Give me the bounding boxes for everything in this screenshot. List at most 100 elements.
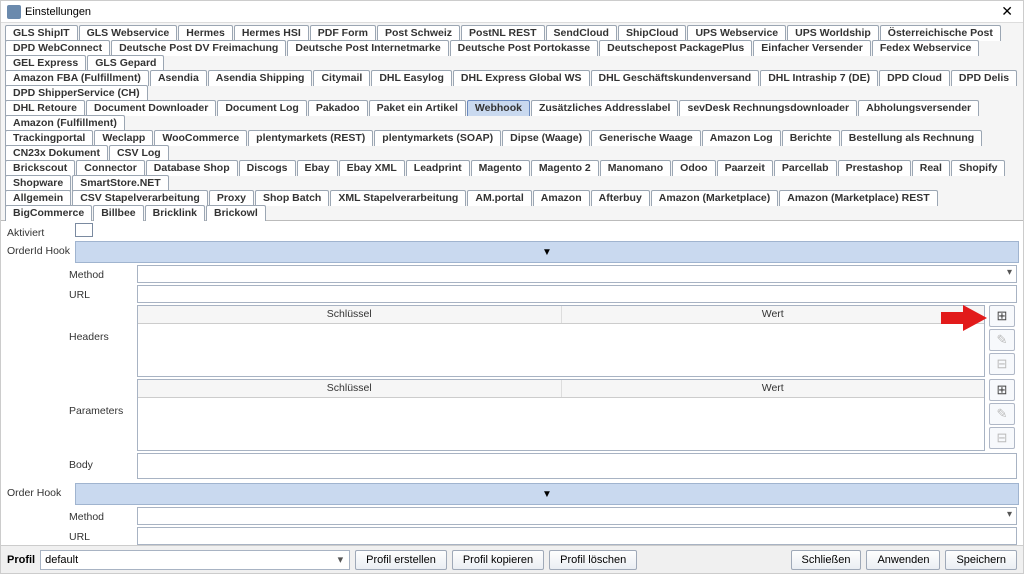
tab-webhook[interactable]: Webhook <box>467 100 530 116</box>
tab-database-shop[interactable]: Database Shop <box>146 160 238 176</box>
tab-amazon[interactable]: Amazon <box>533 190 590 206</box>
headers-edit-button[interactable]: ✎ <box>989 329 1015 351</box>
tab-bestellung-als-rechnung[interactable]: Bestellung als Rechnung <box>841 130 982 146</box>
tab-csv-log[interactable]: CSV Log <box>109 145 169 161</box>
tab-dpd-cloud[interactable]: DPD Cloud <box>879 70 950 86</box>
tab-amazon-marketplace-rest[interactable]: Amazon (Marketplace) REST <box>779 190 937 206</box>
tab-deutschepost-packageplus[interactable]: Deutschepost PackagePlus <box>599 40 752 56</box>
tab-berichte[interactable]: Berichte <box>782 130 840 146</box>
method2-combo[interactable] <box>137 507 1017 525</box>
tab-amazon-fba-fulfillment-[interactable]: Amazon FBA (Fulfillment) <box>5 70 149 86</box>
tab-dipse-waage-[interactable]: Dipse (Waage) <box>502 130 590 146</box>
tab-hermes[interactable]: Hermes <box>178 25 233 41</box>
tab-brickscout[interactable]: Brickscout <box>5 160 75 176</box>
tab-asendia-shipping[interactable]: Asendia Shipping <box>208 70 313 86</box>
tab-amazon-fulfillment-[interactable]: Amazon (Fulfillment) <box>5 115 125 131</box>
tab-citymail[interactable]: Citymail <box>313 70 370 86</box>
tab-discogs[interactable]: Discogs <box>239 160 296 176</box>
tab-connector[interactable]: Connector <box>76 160 145 176</box>
close-icon[interactable]: ✕ <box>997 3 1017 20</box>
url2-input[interactable] <box>137 527 1017 545</box>
tab-sendcloud[interactable]: SendCloud <box>546 25 617 41</box>
tab-postnl-rest[interactable]: PostNL REST <box>461 25 544 41</box>
tab-ups-worldship[interactable]: UPS Worldship <box>787 25 879 41</box>
url-input[interactable] <box>137 285 1017 303</box>
tab--sterreichische-post[interactable]: Österreichische Post <box>880 25 1001 41</box>
tab-asendia[interactable]: Asendia <box>150 70 207 86</box>
tab-deutsche-post-portokasse[interactable]: Deutsche Post Portokasse <box>450 40 598 56</box>
tab-dhl-retoure[interactable]: DHL Retoure <box>5 100 85 116</box>
anwenden-button[interactable]: Anwenden <box>866 550 940 570</box>
parameters-table[interactable]: Schlüssel Wert <box>137 379 985 451</box>
tab-billbee[interactable]: Billbee <box>93 205 143 221</box>
tab-generische-waage[interactable]: Generische Waage <box>591 130 701 146</box>
method-combo[interactable] <box>137 265 1017 283</box>
tab-zus-tzliches-addresslabel[interactable]: Zusätzliches Addresslabel <box>531 100 679 116</box>
orderid-hook-collapse[interactable]: ▼ <box>75 241 1019 263</box>
tab-allgemein[interactable]: Allgemein <box>5 190 71 206</box>
tab-shop-batch[interactable]: Shop Batch <box>255 190 329 206</box>
headers-remove-button[interactable]: ⊟ <box>989 353 1015 375</box>
tab-smartstore-net[interactable]: SmartStore.NET <box>72 175 169 191</box>
tab-dhl-intraship-7-de-[interactable]: DHL Intraship 7 (DE) <box>760 70 878 86</box>
tab-shopware[interactable]: Shopware <box>5 175 71 191</box>
tab-magento-2[interactable]: Magento 2 <box>531 160 599 176</box>
tab-fedex-webservice[interactable]: Fedex Webservice <box>872 40 979 56</box>
tab-gel-express[interactable]: GEL Express <box>5 55 86 71</box>
tab-shipcloud[interactable]: ShipCloud <box>618 25 687 41</box>
profil-loeschen-button[interactable]: Profil löschen <box>549 550 637 570</box>
tab-document-downloader[interactable]: Document Downloader <box>86 100 216 116</box>
tab-ups-webservice[interactable]: UPS Webservice <box>687 25 786 41</box>
tab-gls-webservice[interactable]: GLS Webservice <box>79 25 178 41</box>
parameters-edit-button[interactable]: ✎ <box>989 403 1015 425</box>
body-input[interactable] <box>137 453 1017 479</box>
profil-combo[interactable]: default <box>40 550 350 570</box>
tab-dhl-easylog[interactable]: DHL Easylog <box>371 70 452 86</box>
tab-shopify[interactable]: Shopify <box>951 160 1006 176</box>
tab-dhl-express-global-ws[interactable]: DHL Express Global WS <box>453 70 590 86</box>
tab-bigcommerce[interactable]: BigCommerce <box>5 205 92 221</box>
tab-proxy[interactable]: Proxy <box>209 190 254 206</box>
tab-amazon-marketplace-[interactable]: Amazon (Marketplace) <box>651 190 778 206</box>
tab-csv-stapelverarbeitung[interactable]: CSV Stapelverarbeitung <box>72 190 208 206</box>
headers-table[interactable]: Schlüssel Wert <box>137 305 985 377</box>
tab-afterbuy[interactable]: Afterbuy <box>591 190 650 206</box>
tab-gls-gepard[interactable]: GLS Gepard <box>87 55 164 71</box>
tab-magento[interactable]: Magento <box>471 160 530 176</box>
tab-brickowl[interactable]: Brickowl <box>206 205 266 221</box>
tab-parcellab[interactable]: Parcellab <box>774 160 837 176</box>
order-hook-collapse[interactable]: ▼ <box>75 483 1019 505</box>
headers-add-button[interactable]: ⊞ <box>989 305 1015 327</box>
tab-hermes-hsi[interactable]: Hermes HSI <box>234 25 309 41</box>
tab-dpd-delis[interactable]: DPD Delis <box>951 70 1017 86</box>
tab-real[interactable]: Real <box>912 160 950 176</box>
tab-woocommerce[interactable]: WooCommerce <box>154 130 247 146</box>
tab-weclapp[interactable]: Weclapp <box>94 130 153 146</box>
tab-leadprint[interactable]: Leadprint <box>406 160 470 176</box>
tab-abholungsversender[interactable]: Abholungsversender <box>858 100 979 116</box>
tab-trackingportal[interactable]: Trackingportal <box>5 130 93 146</box>
tab-bricklink[interactable]: Bricklink <box>145 205 205 221</box>
profil-kopieren-button[interactable]: Profil kopieren <box>452 550 544 570</box>
tab-deutsche-post-dv-freimachung[interactable]: Deutsche Post DV Freimachung <box>111 40 286 56</box>
tab-ebay-xml[interactable]: Ebay XML <box>339 160 405 176</box>
tab-paarzeit[interactable]: Paarzeit <box>717 160 773 176</box>
tab-paket-ein-artikel[interactable]: Paket ein Artikel <box>369 100 466 116</box>
tab-plentymarkets-rest-[interactable]: plentymarkets (REST) <box>248 130 373 146</box>
tab-pakadoo[interactable]: Pakadoo <box>308 100 368 116</box>
tab-odoo[interactable]: Odoo <box>672 160 715 176</box>
tab-ebay[interactable]: Ebay <box>297 160 338 176</box>
tab-prestashop[interactable]: Prestashop <box>838 160 911 176</box>
tab-am-portal[interactable]: AM.portal <box>467 190 531 206</box>
tab-amazon-log[interactable]: Amazon Log <box>702 130 781 146</box>
tab-dpd-shipperservice-ch-[interactable]: DPD ShipperService (CH) <box>5 85 148 101</box>
schliessen-button[interactable]: Schließen <box>791 550 862 570</box>
tab-dpd-webconnect[interactable]: DPD WebConnect <box>5 40 110 56</box>
parameters-add-button[interactable]: ⊞ <box>989 379 1015 401</box>
tab-dhl-gesch-ftskundenversand[interactable]: DHL Geschäftskundenversand <box>591 70 760 86</box>
tab-pdf-form[interactable]: PDF Form <box>310 25 376 41</box>
checkbox-aktiviert[interactable] <box>75 223 93 237</box>
profil-erstellen-button[interactable]: Profil erstellen <box>355 550 447 570</box>
tab-plentymarkets-soap-[interactable]: plentymarkets (SOAP) <box>374 130 501 146</box>
parameters-remove-button[interactable]: ⊟ <box>989 427 1015 449</box>
